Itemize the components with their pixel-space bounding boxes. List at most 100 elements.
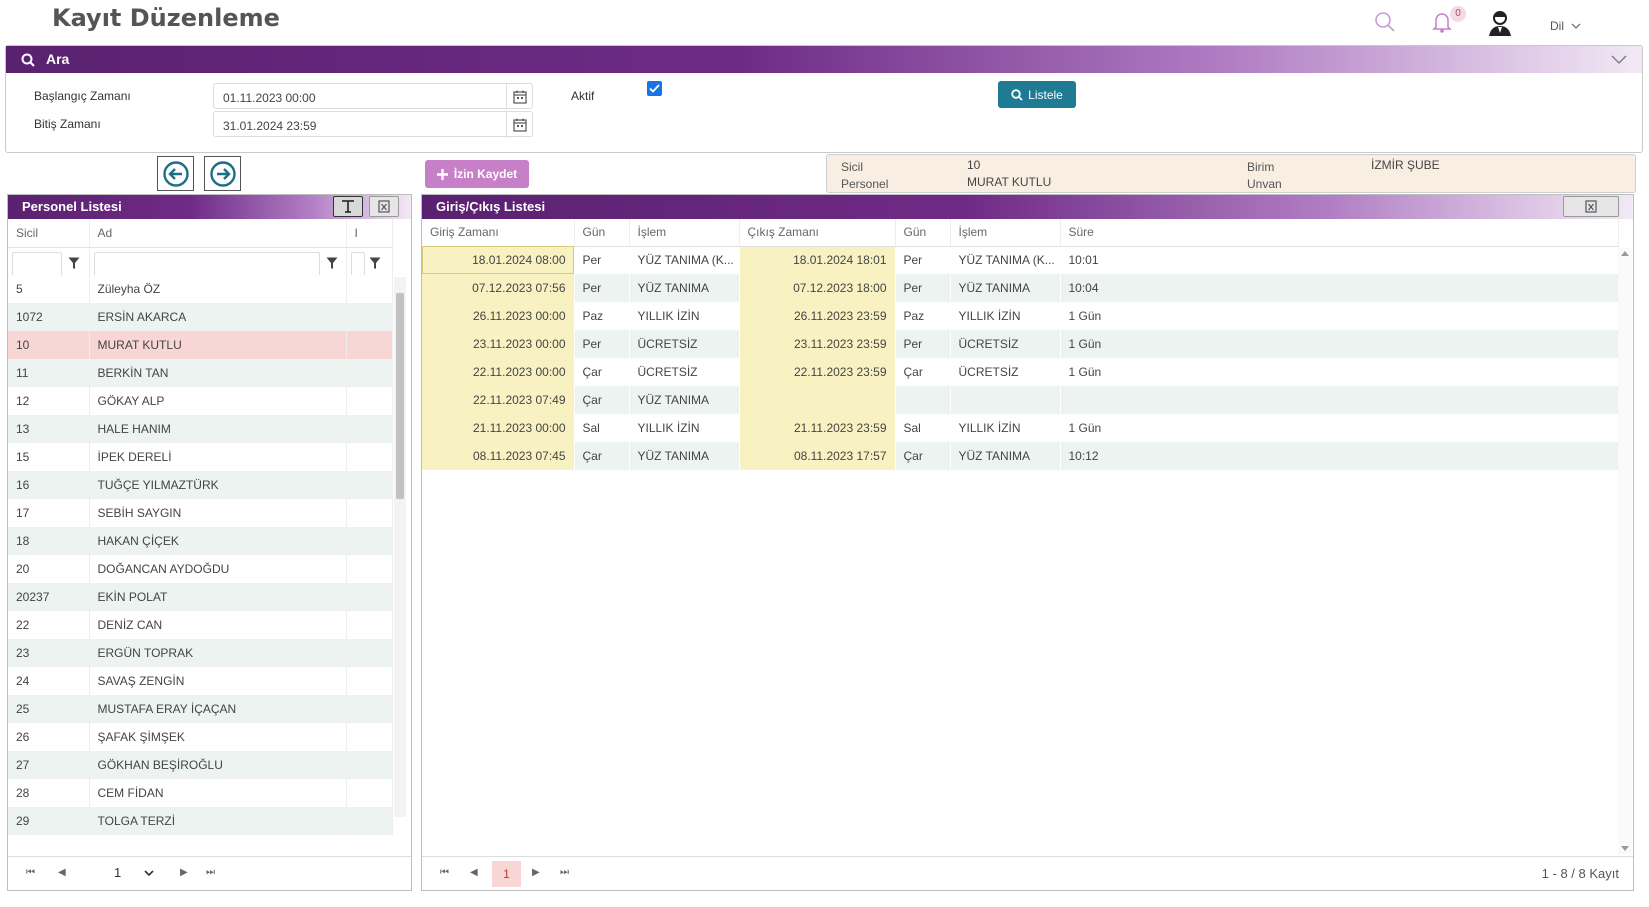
list-button[interactable]: Listele [998,81,1076,108]
calendar-icon[interactable] [506,84,532,110]
cell-i [346,387,393,415]
table-row[interactable]: 20237 EKİN POLAT [8,583,393,611]
active-checkbox[interactable] [647,81,662,96]
cell-i [346,779,393,807]
cell-sicil: 13 [8,415,90,443]
prev-page-icon[interactable]: ◀ [58,867,66,878]
cell-ad: ERGÜN TOPRAK [89,639,347,667]
cell-giris-gun: Sal [574,414,630,442]
personel-label: Personel [841,177,889,191]
column-header-ad[interactable]: Ad [89,219,347,248]
arrow-right-icon [209,160,236,187]
chevron-down-icon[interactable] [1611,55,1627,65]
cell-sicil: 22 [8,611,90,639]
column-header-islem[interactable]: İşlem [950,219,1061,247]
save-leave-button[interactable]: İzin Kaydet [425,160,529,188]
filter-icon[interactable] [326,257,338,270]
list-button-label: Listele [1028,87,1063,102]
scroll-up-icon[interactable] [1621,251,1629,256]
cell-ad: SAVAŞ ZENGİN [89,667,347,695]
search-panel-header[interactable]: Ara [6,46,1642,73]
column-header-sicil[interactable]: Sicil [8,219,90,248]
table-row[interactable]: 22 DENİZ CAN [8,611,393,639]
personel-value: MURAT KUTLU [967,175,1052,189]
table-row[interactable]: 26 ŞAFAK ŞİMŞEK [8,723,393,751]
table-row[interactable]: 11 BERKİN TAN [8,359,393,387]
start-time-input[interactable]: 01.11.2023 00:00 [213,83,533,110]
filter-input-i[interactable] [350,251,365,275]
cell-i [346,275,393,303]
first-page-icon[interactable]: ⏮ [26,867,35,878]
table-row[interactable]: 18.01.2024 08:00 Per YÜZ TANIMA (K... 18.01… [422,246,1619,274]
next-page-icon[interactable]: ▶ [180,867,188,878]
scrollbar-thumb[interactable] [396,293,404,499]
page-number[interactable]: 1 [492,861,521,887]
cell-giris-islem: ÜCRETSİZ [629,330,740,358]
prev-page-icon[interactable]: ◀ [470,867,478,878]
filter-icon[interactable] [68,257,80,270]
column-header-gun[interactable]: Gün [895,219,951,247]
cell-cikis-zamani: 26.11.2023 23:59 [739,302,896,330]
last-page-icon[interactable]: ⏭ [206,867,215,878]
table-row[interactable]: 22.11.2023 07:49 Çar YÜZ TANIMA [422,386,1619,414]
filter-icon[interactable] [369,257,381,270]
column-header-giris-zamani[interactable]: Giriş Zamanı [422,219,575,247]
table-row[interactable]: 24 SAVAŞ ZENGİN [8,667,393,695]
giris-cikis-title: Giriş/Çıkış Listesi [436,199,546,214]
table-row[interactable]: 25 MUSTAFA ERAY İÇAÇAN [8,695,393,723]
table-row[interactable]: 28 CEM FİDAN [8,779,393,807]
table-row[interactable]: 21.11.2023 00:00 Sal YILLIK İZİN 21.11.2023… [422,414,1619,442]
table-row[interactable]: 29 TOLGA TERZİ [8,807,393,835]
table-row[interactable]: 08.11.2023 07:45 Çar YÜZ TANIMA 08.11.2023 … [422,442,1619,470]
first-page-icon[interactable]: ⏮ [440,867,449,878]
table-row[interactable]: 22.11.2023 00:00 Çar ÜCRETSİZ 22.11.2023 23… [422,358,1619,386]
last-page-icon[interactable]: ⏭ [560,867,569,878]
language-selector[interactable]: Dil [1550,19,1581,33]
table-row[interactable]: 17 SEBİH SAYGIN [8,499,393,527]
excel-export-icon[interactable] [369,196,399,217]
table-row[interactable]: 13 HALE HANIM [8,415,393,443]
giris-cikis-panel: Giriş/Çıkış Listesi Giriş Zamanı Gün İşl… [421,194,1634,891]
search-icon [1011,88,1023,101]
previous-button[interactable] [157,156,194,191]
table-row[interactable]: 18 HAKAN ÇİÇEK [8,527,393,555]
filter-input-ad[interactable] [93,251,320,275]
column-header-i[interactable]: I [346,219,393,248]
column-header-sure[interactable]: Süre [1060,219,1619,247]
column-header-cikis-zamani[interactable]: Çıkış Zamanı [739,219,896,247]
end-time-input[interactable]: 31.01.2024 23:59 [213,111,533,138]
cell-giris-zamani: 23.11.2023 00:00 [422,330,575,358]
table-row[interactable]: 10 MURAT KUTLU [8,331,393,359]
table-row[interactable]: 23.11.2023 00:00 Per ÜCRETSİZ 23.11.2023 23… [422,330,1619,358]
column-header-islem[interactable]: İşlem [629,219,740,247]
table-row[interactable]: 26.11.2023 00:00 Paz YILLIK İZİN 26.11.2023… [422,302,1619,330]
table-row[interactable]: 1072 ERSİN AKARCA [8,303,393,331]
table-row[interactable]: 20 DOĞANCAN AYDOĞDU [8,555,393,583]
cell-cikis-zamani: 22.11.2023 23:59 [739,358,896,386]
cell-sicil: 24 [8,667,90,695]
table-row[interactable]: 12 GÖKAY ALP [8,387,393,415]
scroll-down-icon[interactable] [1621,846,1629,851]
personel-pager: ⏮ ◀ 1 ▶ ⏭ [8,856,411,890]
next-page-icon[interactable]: ▶ [532,867,540,878]
table-row[interactable]: 07.12.2023 07:56 Per YÜZ TANIMA 07.12.2023 … [422,274,1619,302]
filter-input-sicil[interactable] [12,251,62,275]
cell-ad: ERSİN AKARCA [89,303,347,331]
giris-scrollbar[interactable] [1618,248,1632,854]
search-icon[interactable] [1372,9,1398,35]
table-row[interactable]: 15 İPEK DERELİ [8,443,393,471]
table-row[interactable]: 27 GÖKHAN BEŞİROĞLU [8,751,393,779]
table-row[interactable]: 16 TUĞÇE YILMAZTÜRK [8,471,393,499]
column-header-gun[interactable]: Gün [574,219,630,247]
calendar-icon[interactable] [506,112,532,138]
excel-export-icon[interactable] [1563,196,1619,217]
table-row[interactable]: 5 Züleyha ÖZ [8,275,393,303]
personel-scrollbar[interactable] [394,277,406,817]
end-time-label: Bitiş Zamanı [34,117,101,131]
table-row[interactable]: 23 ERGÜN TOPRAK [8,639,393,667]
text-format-icon[interactable] [333,196,363,217]
user-avatar-icon[interactable] [1486,8,1514,38]
next-button[interactable] [204,156,241,191]
page-number[interactable]: 1 [114,865,121,880]
chevron-down-icon[interactable] [144,870,154,877]
